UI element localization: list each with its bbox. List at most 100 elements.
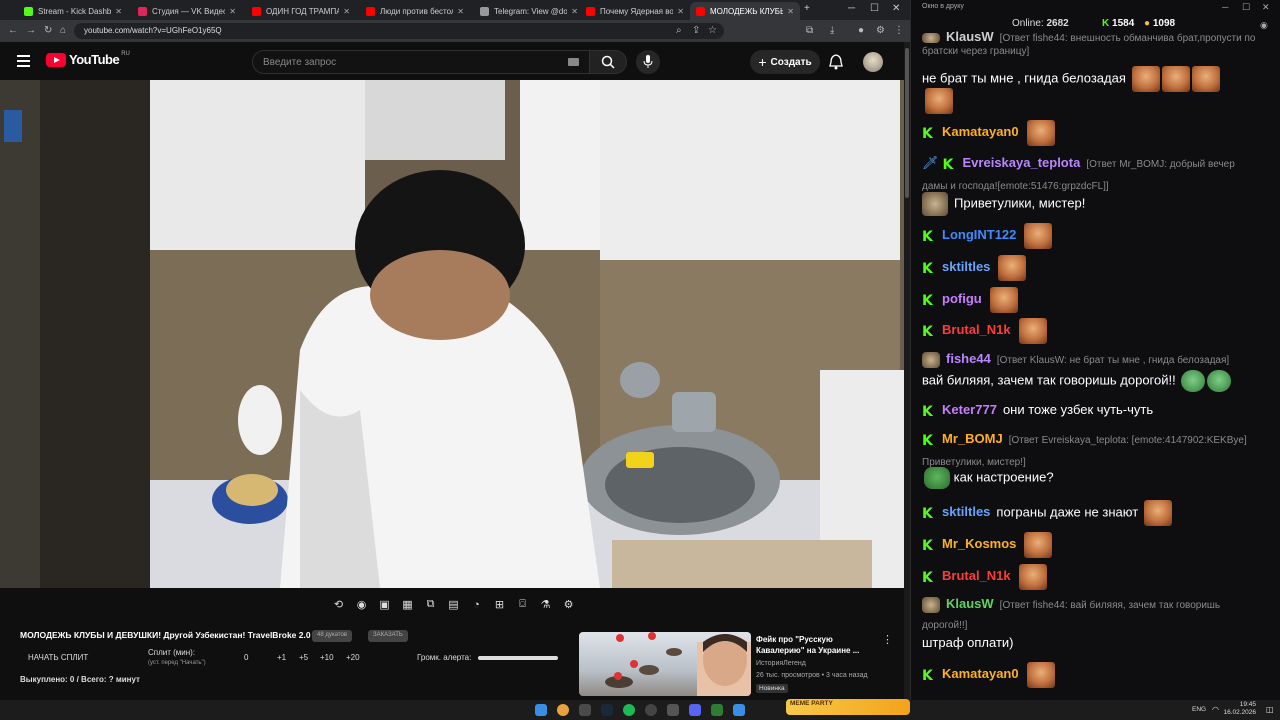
app-icon[interactable] <box>667 704 679 716</box>
split-plus-1[interactable]: +1 <box>277 653 286 662</box>
alert-volume-slider[interactable] <box>478 656 558 660</box>
flask-icon[interactable]: ⚗ <box>537 596 554 613</box>
zoom-icon[interactable]: ⌕ <box>676 25 682 36</box>
chat-username[interactable]: LongINT122 <box>942 227 1016 242</box>
new-tab-icon[interactable]: + <box>804 3 810 14</box>
emote-icon <box>1207 370 1232 392</box>
maximize-icon[interactable]: ☐ <box>870 3 879 14</box>
windows-start-icon[interactable] <box>535 704 547 716</box>
file-explorer-icon[interactable] <box>579 704 591 716</box>
notifications-icon[interactable]: ◫ <box>1266 705 1274 714</box>
share-icon[interactable]: ⇪ <box>692 25 700 36</box>
chat-username[interactable]: KlausW <box>946 596 994 611</box>
search-button[interactable] <box>589 50 627 74</box>
close-icon[interactable]: ✕ <box>677 7 684 16</box>
minimize-icon[interactable]: ─ <box>1222 2 1228 12</box>
chat-username[interactable]: Brutal_N1k <box>942 568 1011 583</box>
system-clock[interactable]: 19:45 16.02.2026 <box>1223 701 1256 717</box>
chrome-icon[interactable] <box>557 704 569 716</box>
chat-username[interactable]: Evreiskaya_teplota <box>963 155 1081 170</box>
close-icon[interactable]: ✕ <box>115 7 122 16</box>
keyboard-icon[interactable] <box>568 58 579 66</box>
chat-username[interactable]: sktiltles <box>942 259 990 274</box>
gear-icon[interactable]: ⚙ <box>560 596 577 613</box>
chat-username[interactable]: Kamatayan0 <box>942 124 1019 139</box>
discord-icon[interactable] <box>689 704 701 716</box>
steam-icon[interactable] <box>601 704 613 716</box>
settings-icon[interactable]: ⚙ <box>876 25 885 36</box>
chat-username[interactable]: Mr_Kosmos <box>942 536 1016 551</box>
close-window-icon[interactable]: ✕ <box>892 3 900 14</box>
camera-icon[interactable]: ⌼ <box>514 596 531 613</box>
split-plus-20[interactable]: +20 <box>346 653 360 662</box>
chat-username[interactable]: Mr_BOMJ <box>942 431 1003 446</box>
split-plus-5[interactable]: +5 <box>299 653 308 662</box>
obs-icon[interactable] <box>645 704 657 716</box>
create-button[interactable]: + Создать <box>750 50 820 74</box>
tab-vk-studio[interactable]: Студия — VK Видео Live ✕ <box>132 2 242 20</box>
split-value-0[interactable]: 0 <box>244 653 248 662</box>
close-icon[interactable]: ✕ <box>571 7 578 16</box>
start-split-button[interactable]: НАЧАТЬ СПЛИТ <box>28 653 88 662</box>
menu-kebab-icon[interactable]: ⋮ <box>894 25 904 36</box>
more-vertical-icon[interactable]: ⋮ <box>882 633 893 646</box>
reload-icon[interactable]: ↻ <box>44 25 52 36</box>
record-icon[interactable]: ▣ <box>376 596 393 613</box>
chat-username[interactable]: fishe44 <box>946 351 991 366</box>
close-window-icon[interactable]: ✕ <box>1262 2 1270 13</box>
voice-search-button[interactable] <box>636 50 660 74</box>
meme-party-widget[interactable]: MEME PARTY <box>786 699 910 715</box>
telegram-icon[interactable] <box>733 704 745 716</box>
chat-username[interactable]: KlausW <box>946 29 994 44</box>
order-button[interactable]: ЗАКАЗАТЬ <box>368 630 408 642</box>
tab-youtube-trump[interactable]: ОДИН ГОД ТРАМПА - YouTube ✕ <box>246 2 356 20</box>
app-icon[interactable] <box>711 704 723 716</box>
tab-kick-dashboard[interactable]: Stream - Kick Dashboard ✕ <box>18 2 128 20</box>
split-plus-10[interactable]: +10 <box>320 653 334 662</box>
profile-icon[interactable]: ● <box>858 25 864 36</box>
hamburger-menu-icon[interactable] <box>17 55 30 67</box>
back-icon[interactable]: ← <box>8 25 18 36</box>
close-icon[interactable]: ✕ <box>457 7 464 16</box>
tab-youtube-people[interactable]: Люди против бестолковых ✕ <box>360 2 470 20</box>
close-icon[interactable]: ✕ <box>229 7 236 16</box>
network-icon[interactable]: ◠ <box>1212 705 1219 714</box>
loop-icon[interactable]: ⟲ <box>330 596 347 613</box>
broadcast-icon[interactable]: ◉ <box>353 596 370 613</box>
chat-username[interactable]: Kamatayan0 <box>942 666 1019 681</box>
home-icon[interactable]: ⌂ <box>60 25 66 36</box>
chat-username[interactable]: pofigu <box>942 291 982 306</box>
recommendation-thumbnail[interactable] <box>579 632 751 696</box>
pip-icon[interactable]: ⧉ <box>422 596 439 613</box>
recommendation-channel[interactable]: ИсторияЛегенд <box>756 660 806 667</box>
clapperboard-icon[interactable]: ▦ <box>399 596 416 613</box>
chat-username[interactable]: sktiltles <box>942 504 990 519</box>
tab-telegram[interactable]: Telegram: View @dobro_2ch ✕ <box>474 2 584 20</box>
add-screen-icon[interactable]: ⊞ <box>491 596 508 613</box>
recommendation-title[interactable]: Фейк про "Русскую Кавалерию" на Украине … <box>756 634 876 656</box>
scrollbar-thumb[interactable] <box>905 48 909 198</box>
minimize-icon[interactable]: ─ <box>848 3 855 14</box>
speed-icon[interactable]: ◔ <box>468 596 485 613</box>
chat-username[interactable]: Keter777 <box>942 402 997 417</box>
close-icon[interactable]: ✕ <box>787 7 794 16</box>
download-icon[interactable]: ⤓ <box>830 25 834 36</box>
tab-youtube-active[interactable]: МОЛОДЕЖЬ КЛУБЫ И ДЕВУШКИ ✕ <box>690 2 800 20</box>
extensions-puzzle-icon[interactable]: ⧉ <box>806 25 813 36</box>
bookmark-star-icon[interactable]: ☆ <box>708 25 717 36</box>
video-player[interactable] <box>0 80 904 588</box>
spotify-icon[interactable] <box>623 704 635 716</box>
dukaty-badge[interactable]: 48 дукатов <box>312 630 353 642</box>
chat-username[interactable]: Brutal_N1k <box>942 322 1011 337</box>
forward-icon[interactable]: → <box>26 25 36 36</box>
account-avatar[interactable] <box>863 52 883 72</box>
close-icon[interactable]: ✕ <box>343 7 350 16</box>
notifications-bell-icon[interactable] <box>829 54 843 70</box>
tab-youtube-nuclear[interactable]: Почему Ядерная война уже ✕ <box>580 2 690 20</box>
subtitles-icon[interactable]: ▤ <box>445 596 462 613</box>
language-indicator[interactable]: ENG <box>1192 706 1206 713</box>
youtube-logo[interactable]: YouTube RU <box>46 51 130 67</box>
url-input[interactable]: youtube.com/watch?v=UGhFeO1y65Q <box>74 23 724 39</box>
search-input[interactable]: Введите запрос <box>252 50 590 74</box>
maximize-icon[interactable]: ☐ <box>1242 2 1250 13</box>
